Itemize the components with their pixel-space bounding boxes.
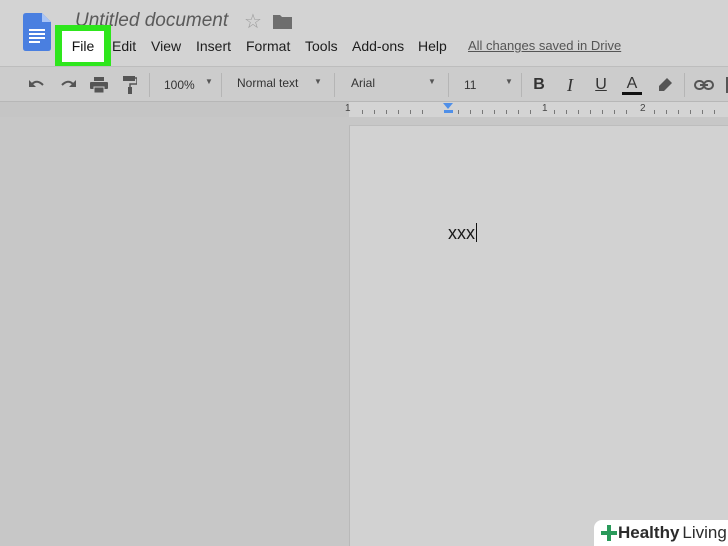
menu-view[interactable]: View [151,38,181,54]
ruler-tick [578,110,579,114]
toolbar-divider [334,73,335,97]
chevron-down-icon: ▼ [314,77,322,86]
ruler-tick [590,110,591,114]
redo-icon[interactable] [57,74,79,96]
save-status-link[interactable]: All changes saved in Drive [468,38,621,53]
menu-tools[interactable]: Tools [305,38,338,54]
menu-insert[interactable]: Insert [196,38,231,54]
chevron-down-icon: ▼ [205,77,213,86]
folder-icon[interactable] [273,14,292,29]
bold-button[interactable]: B [528,74,550,96]
paragraph-style-dropdown[interactable]: Normal text [237,76,298,90]
toolbar-divider [684,73,685,97]
toolbar-divider [521,73,522,97]
ruler-tick [702,110,703,114]
font-dropdown[interactable]: Arial [351,76,375,90]
toolbar: 100% ▼ Normal text ▼ Arial ▼ 11 ▼ B I U … [0,66,728,102]
ruler-tick [422,110,423,114]
menu-add-ons[interactable]: Add-ons [352,38,404,54]
ruler-tick [678,110,679,114]
paint-format-icon[interactable] [119,74,141,96]
undo-icon[interactable] [26,74,48,96]
toolbar-divider [221,73,222,97]
watermark-text: Healthy Living [618,523,727,543]
menu-help[interactable]: Help [418,38,447,54]
ruler-tick [482,110,483,114]
menu-edit[interactable]: Edit [112,38,136,54]
ruler-tick [386,110,387,114]
star-icon[interactable]: ☆ [244,9,262,34]
ruler-tick [398,110,399,114]
ruler-label: 1 [345,103,351,114]
ruler-tick [530,110,531,114]
ruler-tick [554,110,555,114]
watermark-brand-bold: Healthy [618,523,680,542]
ruler-tick [374,110,375,114]
italic-button[interactable]: I [559,74,581,96]
indent-marker-icon[interactable] [443,103,453,109]
ruler-tick [470,110,471,114]
ruler-tick [410,110,411,114]
print-icon[interactable] [88,74,110,96]
toolbar-divider [149,73,150,97]
ruler-tick [714,110,715,114]
text-color-button[interactable]: A [621,74,643,96]
text-color-swatch [622,91,642,95]
chevron-down-icon: ▼ [505,77,513,86]
link-icon[interactable] [693,74,715,96]
zoom-dropdown[interactable]: 100% [164,78,195,92]
ruler: 1 1 2 [0,102,728,117]
font-size-dropdown[interactable]: 11 [464,78,476,92]
ruler-page-area: 1 1 2 [345,102,728,117]
watermark-brand-light: Living [682,523,727,542]
ruler-label: 1 [542,103,548,114]
document-page[interactable]: xxx [349,125,728,546]
menu-file-label: File [71,38,95,54]
document-body-text[interactable]: xxx [448,223,477,244]
ruler-label: 2 [640,103,646,114]
highlighter-icon[interactable] [654,74,676,96]
ruler-tick [666,110,667,114]
body-text: xxx [448,223,475,243]
ruler-tick [690,110,691,114]
menu-format[interactable]: Format [246,38,290,54]
first-line-indent-handle[interactable] [444,110,453,113]
watermark-badge: Healthy Living [594,520,728,546]
chevron-down-icon: ▼ [428,77,436,86]
ruler-tick [518,110,519,114]
ruler-tick [654,110,655,114]
underline-button[interactable]: U [590,74,612,96]
toolbar-divider [448,73,449,97]
ruler-tick [626,110,627,114]
healthy-living-logo-icon [601,525,617,541]
ruler-tick [494,110,495,114]
comment-icon[interactable] [720,74,728,96]
ruler-tick [458,110,459,114]
ruler-tick [506,110,507,114]
ruler-tick [566,110,567,114]
ruler-tick [362,110,363,114]
text-color-label: A [626,74,638,92]
ruler-tick [602,110,603,114]
text-cursor [476,223,477,242]
ruler-tick [614,110,615,114]
menu-file[interactable]: File [62,31,104,62]
